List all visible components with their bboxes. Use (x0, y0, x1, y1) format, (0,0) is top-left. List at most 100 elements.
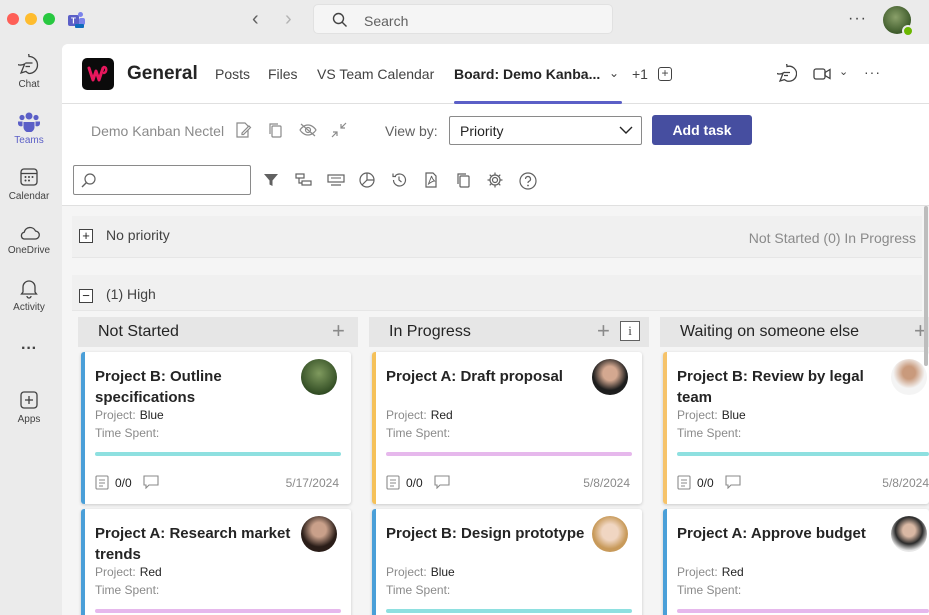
rail-item-onedrive[interactable]: OneDrive (0, 224, 58, 256)
card-progress-bar (386, 452, 632, 456)
filter-icon[interactable] (262, 171, 280, 189)
forward-arrow-icon[interactable]: › (285, 8, 292, 30)
video-call-icon[interactable] (812, 64, 832, 84)
assignee-avatar[interactable] (301, 359, 337, 395)
card-time-spent: Time Spent: (95, 426, 160, 440)
view-by-value: Priority (460, 123, 504, 139)
add-card-icon[interactable]: + (597, 319, 610, 343)
task-card[interactable]: Project A: Draft proposal Project: Red Ti… (372, 352, 642, 504)
card-title: Project A: Research market trends (95, 525, 291, 563)
conversation-icon[interactable] (777, 64, 797, 84)
gear-icon[interactable] (486, 171, 504, 189)
collapse-group-icon[interactable]: − (79, 289, 93, 303)
card-title: Project A: Approve budget (677, 525, 866, 542)
filter-search-field[interactable] (73, 165, 251, 195)
tab-posts[interactable]: Posts (215, 66, 250, 82)
minimize-window-button[interactable] (25, 13, 37, 25)
chevron-down-icon[interactable]: ⌄ (609, 66, 619, 80)
comment-icon[interactable] (143, 475, 159, 489)
duplicate-icon[interactable] (454, 171, 472, 189)
card-time-spent: Time Spent: (386, 583, 451, 597)
card-time-spent: Time Spent: (677, 426, 742, 440)
card-time-spent: Time Spent: (677, 583, 742, 597)
assignee-avatar[interactable] (592, 359, 628, 395)
expand-icon[interactable]: + (79, 229, 93, 243)
user-avatar[interactable] (883, 6, 914, 37)
more-tabs-count[interactable]: +1 (632, 66, 648, 82)
assignee-avatar[interactable] (592, 516, 628, 552)
card-progress-bar (386, 609, 632, 613)
task-card[interactable]: Project A: Approve budget Project: Red Ti… (663, 509, 929, 615)
collapse-icon[interactable] (330, 121, 348, 139)
column-title: Waiting on someone else (680, 323, 860, 340)
close-window-button[interactable] (7, 13, 19, 25)
rail-item-activity[interactable]: Activity (0, 277, 58, 313)
rail-item-calendar[interactable]: Calendar (0, 166, 58, 202)
card-accent (372, 352, 376, 504)
add-tab-button[interactable]: + (658, 67, 672, 81)
rail-label: Teams (14, 135, 44, 146)
meet-chevron-down-icon[interactable]: ⌄ (839, 65, 848, 78)
available-status-icon (902, 25, 914, 37)
task-card[interactable]: Project B: Design prototype Project: Blue… (372, 509, 642, 615)
task-card[interactable]: Project A: Research market trends Projec… (81, 509, 351, 615)
view-by-select[interactable]: Priority (449, 116, 642, 145)
chart-icon[interactable] (358, 171, 376, 189)
assignee-avatar[interactable] (891, 359, 927, 395)
tab-vs-team-calendar[interactable]: VS Team Calendar (317, 66, 434, 82)
card-progress-bar (677, 452, 929, 456)
comment-icon[interactable] (725, 475, 741, 489)
filter-input[interactable] (100, 172, 250, 187)
zoom-window-button[interactable] (43, 13, 55, 25)
rail-item-more[interactable]: ··· (0, 340, 58, 358)
card-due-date: 5/17/2024 (285, 476, 339, 490)
priority-group-none[interactable]: + No priority Not Started (0) In Progres… (72, 216, 922, 258)
task-card[interactable]: Project B: Outline specifications Projec… (81, 352, 351, 504)
card-view-icon[interactable] (326, 171, 346, 189)
task-card[interactable]: Project B: Review by legal team Project:… (663, 352, 929, 504)
checklist-icon (677, 475, 691, 490)
view-by-label: View by: (385, 123, 438, 139)
tab-board[interactable]: Board: Demo Kanba... (454, 66, 600, 82)
copy-icon[interactable] (266, 121, 284, 139)
search-box[interactable]: Search (313, 4, 613, 34)
vertical-scrollbar[interactable] (924, 206, 928, 366)
help-icon[interactable] (518, 171, 538, 191)
edit-icon[interactable] (234, 121, 252, 139)
column-header-waiting: Waiting on someone else + (660, 317, 929, 347)
back-arrow-icon[interactable]: ‹ (252, 8, 259, 30)
comment-icon[interactable] (434, 475, 450, 489)
history-icon[interactable] (390, 171, 408, 189)
add-card-icon[interactable]: + (332, 319, 345, 343)
card-progress-bar (95, 452, 341, 456)
hide-icon[interactable] (298, 121, 318, 139)
info-icon[interactable]: i (620, 321, 640, 341)
add-task-button[interactable]: Add task (652, 115, 752, 145)
group-by-icon[interactable] (294, 171, 314, 189)
add-apps-icon (20, 391, 38, 409)
card-project: Project: Red (386, 408, 453, 422)
rail-item-chat[interactable]: Chat (0, 54, 58, 90)
calendar-icon (20, 168, 38, 186)
column-title: Not Started (98, 323, 179, 340)
card-title: Project A: Draft proposal (386, 368, 563, 385)
more-icon: ··· (21, 340, 37, 357)
card-title: Project B: Outline specifications (95, 368, 222, 406)
channel-more-icon[interactable]: ··· (864, 64, 881, 80)
priority-group-high[interactable]: − (1) High (72, 275, 922, 311)
title-bar: T ‹ › Search ··· (0, 0, 929, 44)
card-due-date: 5/8/2024 (882, 476, 929, 490)
assignee-avatar[interactable] (891, 516, 927, 552)
rail-item-teams[interactable]: Teams (0, 110, 58, 146)
rail-label: Activity (13, 302, 45, 313)
card-project: Project: Red (95, 565, 162, 579)
column-header-not-started: Not Started + (78, 317, 358, 347)
rail-item-apps[interactable]: Apps (0, 389, 58, 425)
card-time-spent: Time Spent: (95, 583, 160, 597)
card-progress-bar (95, 609, 341, 613)
tab-files[interactable]: Files (268, 66, 298, 82)
pdf-icon[interactable] (422, 171, 440, 189)
settings-more-icon[interactable]: ··· (848, 10, 867, 28)
checklist-icon (386, 475, 400, 490)
assignee-avatar[interactable] (301, 516, 337, 552)
